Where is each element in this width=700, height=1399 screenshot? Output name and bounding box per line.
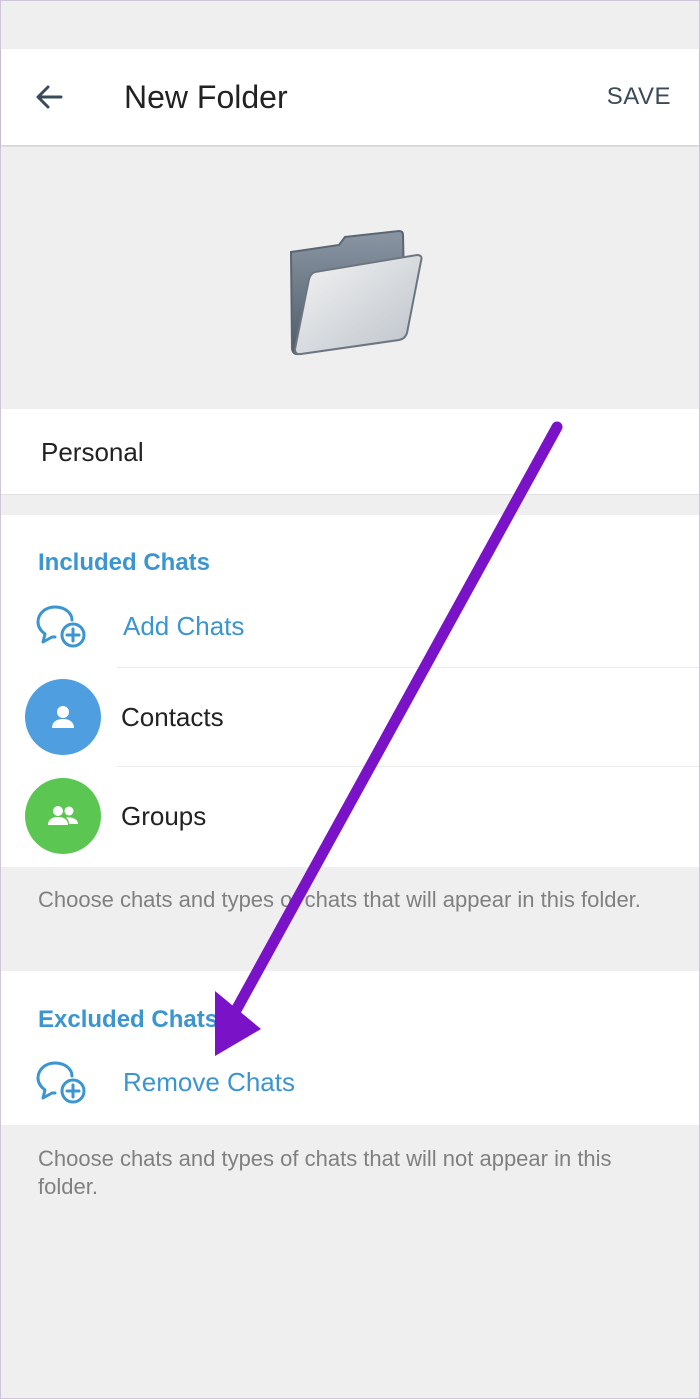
page-title: New Folder [124, 79, 288, 115]
groups-label: Groups [121, 801, 207, 831]
included-hint: Choose chats and types of chats that wil… [38, 887, 641, 912]
add-chat-icon [36, 605, 86, 648]
save-button[interactable]: SAVE [607, 81, 671, 113]
excluded-chats-header: Excluded Chats [38, 1006, 219, 1033]
contacts-avatar [25, 679, 101, 755]
remove-chats-button[interactable]: Remove Chats [1, 1043, 699, 1123]
add-chats-button[interactable]: Add Chats [1, 587, 699, 667]
excluded-hint: Choose chats and types of chats that wil… [38, 1146, 612, 1199]
divider [117, 766, 699, 767]
list-item-groups[interactable]: Groups [1, 768, 699, 864]
included-chats-header: Included Chats [38, 549, 211, 576]
people-icon [48, 806, 78, 825]
toolbar: New Folder SAVE [1, 49, 699, 145]
included-chats-section: Included Chats Add Chats Contacts Groups [1, 515, 699, 867]
status-bar-area [1, 1, 699, 49]
person-icon [52, 706, 74, 728]
folder-illustration-area [1, 147, 699, 409]
folder-name-input[interactable]: Personal [41, 435, 144, 469]
folder-name-card: Personal [1, 409, 699, 495]
add-chat-icon [36, 1061, 86, 1104]
back-button[interactable] [25, 73, 73, 121]
contacts-label: Contacts [121, 702, 224, 732]
add-chats-label: Add Chats [123, 611, 245, 641]
list-item-contacts[interactable]: Contacts [1, 669, 699, 765]
back-arrow-icon [36, 85, 63, 109]
folder-icon [289, 229, 423, 356]
excluded-chats-section: Excluded Chats Remove Chats [1, 971, 699, 1125]
divider [117, 667, 699, 668]
remove-chats-label: Remove Chats [123, 1067, 295, 1097]
groups-avatar [25, 778, 101, 854]
